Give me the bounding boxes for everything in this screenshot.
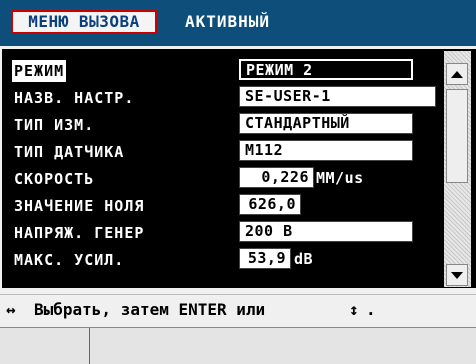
menu-tab[interactable]: МЕНЮ ВЫЗОВА [11, 10, 157, 34]
velocity-unit: MM/us [316, 169, 364, 187]
max-gain-field[interactable]: 53,9 [239, 248, 291, 269]
arrow-down-icon[interactable] [446, 264, 468, 286]
setting-label: ЗНАЧЕНИЕ НОЛЯ [14, 197, 145, 215]
setting-row-mode[interactable]: РЕЖИМ РЕЖИМ 2 [2, 57, 446, 83]
setting-label: НАЗВ. НАСТР. [14, 89, 135, 107]
measure-type-field[interactable]: СТАНДАРТНЫЙ [239, 113, 413, 134]
setting-label: ТИП ИЗМ. [14, 116, 95, 134]
setting-row-transducer[interactable]: ТИП ДАТЧИКА M112 [2, 138, 446, 164]
help-line: ↔ Выбрать, затем ENTER или ↕ . [0, 294, 476, 325]
setting-row-velocity[interactable]: СКОРОСТЬ 0,226 MM/us [2, 165, 446, 191]
screen: МЕНЮ ВЫЗОВА АКТИВНЫЙ РЕЖИМ РЕЖИМ 2 НАЗВ.… [0, 0, 476, 364]
setting-row-pulser-voltage[interactable]: НАПРЯЖ. ГЕНЕР 200 В [2, 219, 446, 245]
settings-panel: РЕЖИМ РЕЖИМ 2 НАЗВ. НАСТР. SE-USER-1 ТИП… [2, 49, 476, 288]
help-text: Выбрать, затем ENTER или [34, 300, 266, 319]
setting-row-setup-name[interactable]: НАЗВ. НАСТР. SE-USER-1 [2, 84, 446, 110]
scrollbar[interactable] [444, 51, 471, 287]
scroll-thumb[interactable] [446, 89, 468, 183]
transducer-field[interactable]: M112 [239, 140, 413, 161]
left-right-arrow-icon: ↔ [6, 300, 16, 319]
setting-row-max-gain[interactable]: МАКС. УСИЛ. 53,9 dB [2, 246, 446, 272]
setting-label: НАПРЯЖ. ГЕНЕР [14, 224, 145, 242]
up-down-arrow-icon: ↕ [349, 300, 359, 319]
arrow-up-icon[interactable] [446, 63, 468, 85]
softkey-bar [0, 327, 476, 364]
setting-label: ТИП ДАТЧИКА [14, 143, 125, 161]
setting-label: РЕЖИМ [12, 60, 67, 82]
status-label: АКТИВНЫЙ [185, 12, 271, 31]
softkey-divider [89, 328, 90, 364]
header-bar: МЕНЮ ВЫЗОВА АКТИВНЫЙ [0, 0, 476, 46]
pulser-voltage-field[interactable]: 200 В [239, 221, 413, 242]
setting-row-zero-value[interactable]: ЗНАЧЕНИЕ НОЛЯ 626,0 [2, 192, 446, 218]
max-gain-unit: dB [294, 250, 314, 268]
zero-value-field[interactable]: 626,0 [239, 194, 301, 215]
velocity-field[interactable]: 0,226 [239, 167, 314, 188]
help-period: . [366, 300, 376, 319]
mode-value[interactable]: РЕЖИМ 2 [239, 59, 413, 80]
setup-name-field[interactable]: SE-USER-1 [239, 86, 436, 107]
setting-label: СКОРОСТЬ [14, 170, 95, 188]
setting-label: МАКС. УСИЛ. [14, 251, 125, 269]
setting-row-measure-type[interactable]: ТИП ИЗМ. СТАНДАРТНЫЙ [2, 111, 446, 137]
